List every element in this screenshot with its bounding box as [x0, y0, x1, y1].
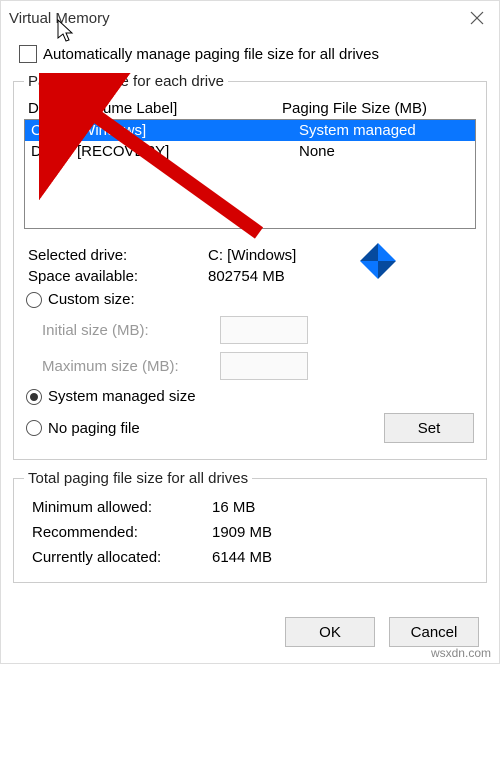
cancel-button[interactable]: Cancel [389, 617, 479, 647]
virtual-memory-dialog: Virtual Memory Automatically manage pagi… [0, 0, 500, 664]
min-allowed-value: 16 MB [212, 499, 468, 516]
windows-club-logo-icon [360, 243, 396, 279]
maximum-size-label: Maximum size (MB): [42, 358, 212, 375]
no-paging-label: No paging file [48, 420, 140, 437]
min-allowed-label: Minimum allowed: [32, 499, 212, 516]
drive-list-header: Drive [Volume Label] Paging File Size (M… [24, 98, 476, 119]
system-managed-label: System managed size [48, 388, 196, 405]
per-drive-legend: Paging file size for each drive [24, 73, 228, 90]
initial-size-input[interactable] [220, 316, 308, 344]
watermark: wsxdn.com [431, 646, 491, 660]
drive-list[interactable]: C: [Windows] System managed D: [RECOVERY… [24, 119, 476, 229]
col-drive-header: Drive [28, 100, 78, 117]
titlebar: Virtual Memory [1, 1, 499, 35]
per-drive-group: Paging file size for each drive Drive [V… [13, 73, 487, 460]
ok-button[interactable]: OK [285, 617, 375, 647]
drive-letter: C: [31, 122, 77, 139]
custom-size-radio[interactable] [26, 292, 42, 308]
recommended-label: Recommended: [32, 524, 212, 541]
currently-allocated-label: Currently allocated: [32, 549, 212, 566]
currently-allocated-value: 6144 MB [212, 549, 468, 566]
volume-label: [Windows] [77, 122, 299, 139]
recommended-value: 1909 MB [212, 524, 468, 541]
paging-size: System managed [299, 122, 469, 139]
space-available-label: Space available: [28, 268, 208, 285]
auto-manage-label: Automatically manage paging file size fo… [43, 46, 379, 63]
custom-size-label: Custom size: [48, 291, 135, 308]
set-button[interactable]: Set [384, 413, 474, 443]
space-available-value: 802754 MB [208, 268, 472, 285]
paging-size: None [299, 143, 469, 160]
col-volume-header: [Volume Label] [78, 100, 282, 117]
close-icon[interactable] [465, 6, 489, 30]
volume-label: [RECOVERY] [77, 143, 299, 160]
selected-drive-label: Selected drive: [28, 247, 208, 264]
drive-row[interactable]: D: [RECOVERY] None [25, 141, 475, 162]
initial-size-label: Initial size (MB): [42, 322, 212, 339]
auto-manage-checkbox[interactable] [19, 45, 37, 63]
totals-group: Total paging file size for all drives Mi… [13, 470, 487, 583]
totals-legend: Total paging file size for all drives [24, 470, 252, 487]
maximum-size-input[interactable] [220, 352, 308, 380]
drive-letter: D: [31, 143, 77, 160]
no-paging-radio[interactable] [26, 420, 42, 436]
selected-drive-value: C: [Windows] [208, 247, 472, 264]
window-title: Virtual Memory [9, 10, 110, 27]
col-size-header: Paging File Size (MB) [282, 100, 472, 117]
drive-row[interactable]: C: [Windows] System managed [25, 120, 475, 141]
system-managed-radio[interactable] [26, 389, 42, 405]
